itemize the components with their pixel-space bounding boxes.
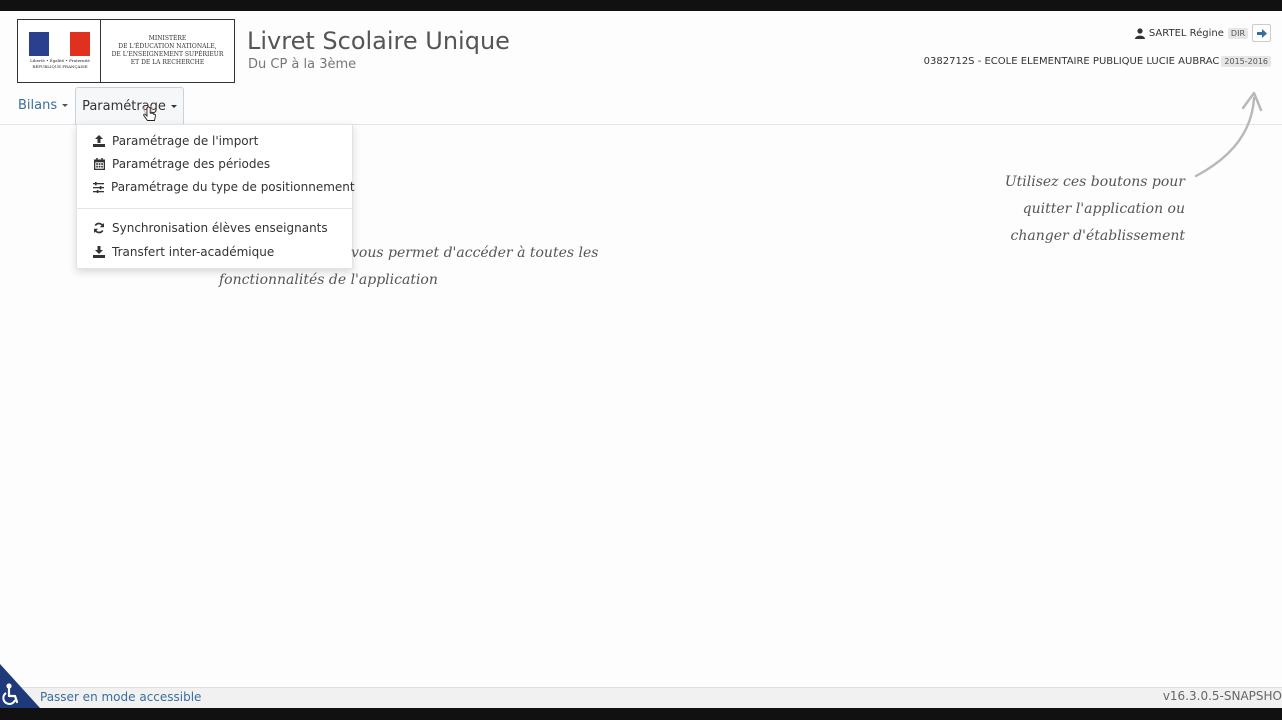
logo-motto: Liberté • Égalité • Fraternité RÉPUBLIQU… <box>30 58 90 69</box>
nav-bilans[interactable]: Bilans <box>18 87 69 124</box>
ministry-logo: Liberté • Égalité • Fraternité RÉPUBLIQU… <box>17 19 235 83</box>
bottom-black-bar <box>0 708 1282 720</box>
hand-cursor-icon <box>143 106 156 121</box>
school-name: 0382712S - ECOLE ELEMENTAIRE PUBLIQUE LU… <box>923 56 1220 67</box>
top-black-bar <box>0 0 1282 11</box>
curved-arrow-icon <box>1194 91 1263 178</box>
menu-divider <box>77 208 352 209</box>
accessible-mode-link[interactable]: Passer en mode accessible <box>40 690 201 704</box>
main-nav: Bilans Paramétrage <box>0 87 1282 125</box>
menu-item-sync-students-teachers[interactable]: Synchronisation élèves enseignants <box>77 217 352 239</box>
caret-down-icon <box>62 104 69 107</box>
refresh-icon <box>93 222 105 234</box>
menu-item-positioning-type-settings[interactable]: Paramétrage du type de positionnement <box>77 176 355 198</box>
app-subtitle: Du CP à la 3ème <box>248 57 357 72</box>
logout-icon <box>1256 28 1267 38</box>
download-icon <box>93 246 105 258</box>
sliders-icon <box>93 181 104 193</box>
logout-button[interactable] <box>1252 24 1271 42</box>
role-badge: DIR <box>1227 27 1248 39</box>
annotation-menu-help: vous permet d'accéder à toutes les fonct… <box>219 245 599 288</box>
user-name: SARTEL Régine <box>1148 27 1224 39</box>
marianne-logo: Liberté • Égalité • Fraternité RÉPUBLIQU… <box>18 20 101 82</box>
calendar-icon <box>93 158 105 170</box>
french-flag-icon <box>29 32 90 56</box>
nav-bilans-label: Bilans <box>18 98 58 113</box>
version-label: v16.3.0.5-SNAPSHO <box>1162 689 1282 703</box>
caret-down-icon <box>170 105 177 108</box>
ministry-name: MINISTÈRE DE L'ÉDUCATION NATIONALE, DE L… <box>111 35 224 66</box>
year-badge[interactable]: 2015-2016 <box>1221 56 1271 67</box>
nav-parametrage[interactable]: Paramétrage <box>75 87 184 125</box>
menu-item-import-settings[interactable]: Paramétrage de l'import <box>77 130 352 152</box>
app-title: Livret Scolaire Unique <box>247 27 510 55</box>
user-info: SARTEL Régine DIR <box>1134 24 1271 42</box>
user-icon <box>1134 27 1145 39</box>
accessibility-icon[interactable] <box>0 664 40 708</box>
annotation-buttons-help: Utilisez ces boutons pour quitter l'appl… <box>1004 174 1185 244</box>
school-info: 0382712S - ECOLE ELEMENTAIRE PUBLIQUE LU… <box>924 56 1271 67</box>
menu-item-periods-settings[interactable]: Paramétrage des périodes <box>77 153 352 175</box>
upload-icon <box>93 135 105 147</box>
